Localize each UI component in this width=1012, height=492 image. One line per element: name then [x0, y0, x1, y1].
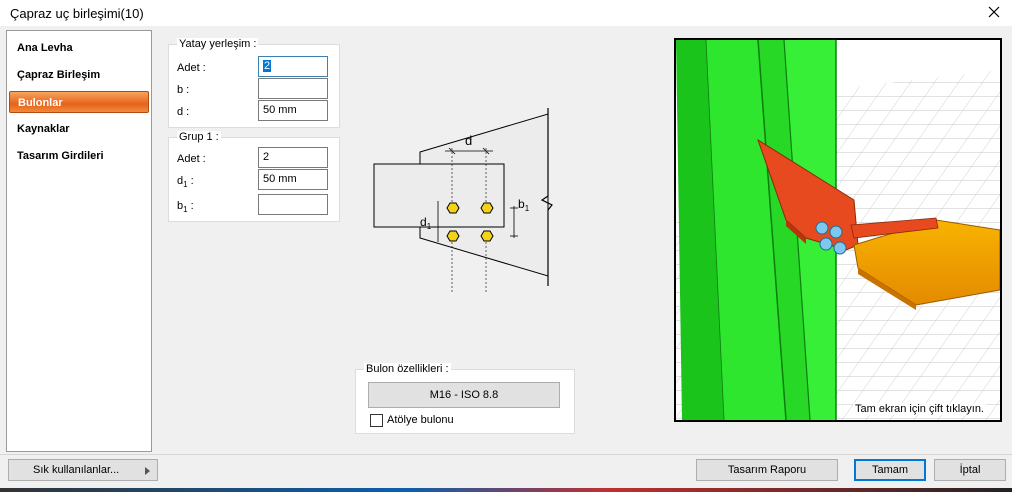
bolt	[480, 230, 494, 242]
bolt	[446, 202, 460, 214]
nav-item-capraz-birlesim[interactable]: Çapraz Birleşim	[9, 64, 149, 86]
group1: Grup 1 : Adet : 2 d1 : 50 mm b1 :	[168, 131, 340, 222]
taskbar-strip	[0, 488, 1012, 492]
b-label: b :	[177, 84, 190, 96]
adet-value: 2	[263, 60, 272, 72]
close-icon[interactable]	[984, 2, 1004, 22]
group1-adet-label: Adet :	[177, 153, 206, 165]
d-dimension-label: d	[465, 133, 472, 148]
d-field[interactable]: 50 mm	[258, 100, 328, 121]
bolt-spec-button[interactable]: M16 - ISO 8.8	[368, 382, 560, 408]
preview-3d[interactable]: Tam ekran için çift tıklayın.	[674, 38, 1002, 422]
nav-item-kaynaklar[interactable]: Kaynaklar	[9, 118, 149, 140]
bolt-layout-diagram: d d1 b1 b	[373, 108, 553, 292]
brace-plate-shape	[373, 163, 505, 228]
b1-field[interactable]	[258, 194, 328, 215]
ok-button[interactable]: Tamam	[854, 459, 926, 481]
group1-title: Grup 1 :	[177, 131, 221, 143]
bolt	[480, 202, 494, 214]
d1-label: d1 :	[177, 175, 194, 189]
horizontal-layout-group: Yatay yerleşim : Adet : 2 b : d : 50 mm	[168, 38, 340, 128]
bolt-properties-title: Bulon özellikleri :	[364, 363, 451, 375]
b-field[interactable]	[258, 78, 328, 99]
nav-panel: Ana Levha Çapraz Birleşim Bulonlar Kayna…	[6, 30, 152, 452]
frequent-label: Sık kullanılanlar...	[33, 464, 120, 476]
nav-item-ana-levha[interactable]: Ana Levha	[9, 37, 149, 59]
connection-3d-render	[676, 40, 1000, 420]
design-report-button[interactable]: Tasarım Raporu	[696, 459, 838, 481]
nav-item-tasarim-girdileri[interactable]: Tasarım Girdileri	[9, 145, 149, 167]
title-bar: Çapraz uç birleşimi(10)	[0, 0, 1012, 26]
d1-field[interactable]: 50 mm	[258, 169, 328, 190]
group1-adet-field[interactable]: 2	[258, 147, 328, 168]
workshop-bolt-checkbox[interactable]	[370, 414, 383, 427]
workshop-bolt-label: Atölye bulonu	[387, 414, 454, 426]
chevron-right-icon	[145, 467, 150, 475]
bolt-properties-group: Bulon özellikleri : M16 - ISO 8.8 Atölye…	[355, 363, 575, 434]
adet-field[interactable]: 2	[258, 56, 328, 77]
frequent-button[interactable]: Sık kullanılanlar...	[8, 459, 158, 481]
adet-label: Adet :	[177, 62, 206, 74]
dialog-body: Ana Levha Çapraz Birleşim Bulonlar Kayna…	[0, 26, 1012, 492]
preview-hint: Tam ekran için çift tıklayın.	[853, 403, 986, 415]
b1-label: b1 :	[177, 200, 194, 214]
window-title: Çapraz uç birleşimi(10)	[10, 6, 144, 21]
bolt	[446, 230, 460, 242]
horizontal-layout-title: Yatay yerleşim :	[177, 38, 259, 50]
d-label: d :	[177, 106, 190, 118]
cancel-button[interactable]: İptal	[934, 459, 1006, 481]
nav-item-bulonlar[interactable]: Bulonlar	[9, 91, 149, 113]
footer-divider	[0, 454, 1012, 455]
